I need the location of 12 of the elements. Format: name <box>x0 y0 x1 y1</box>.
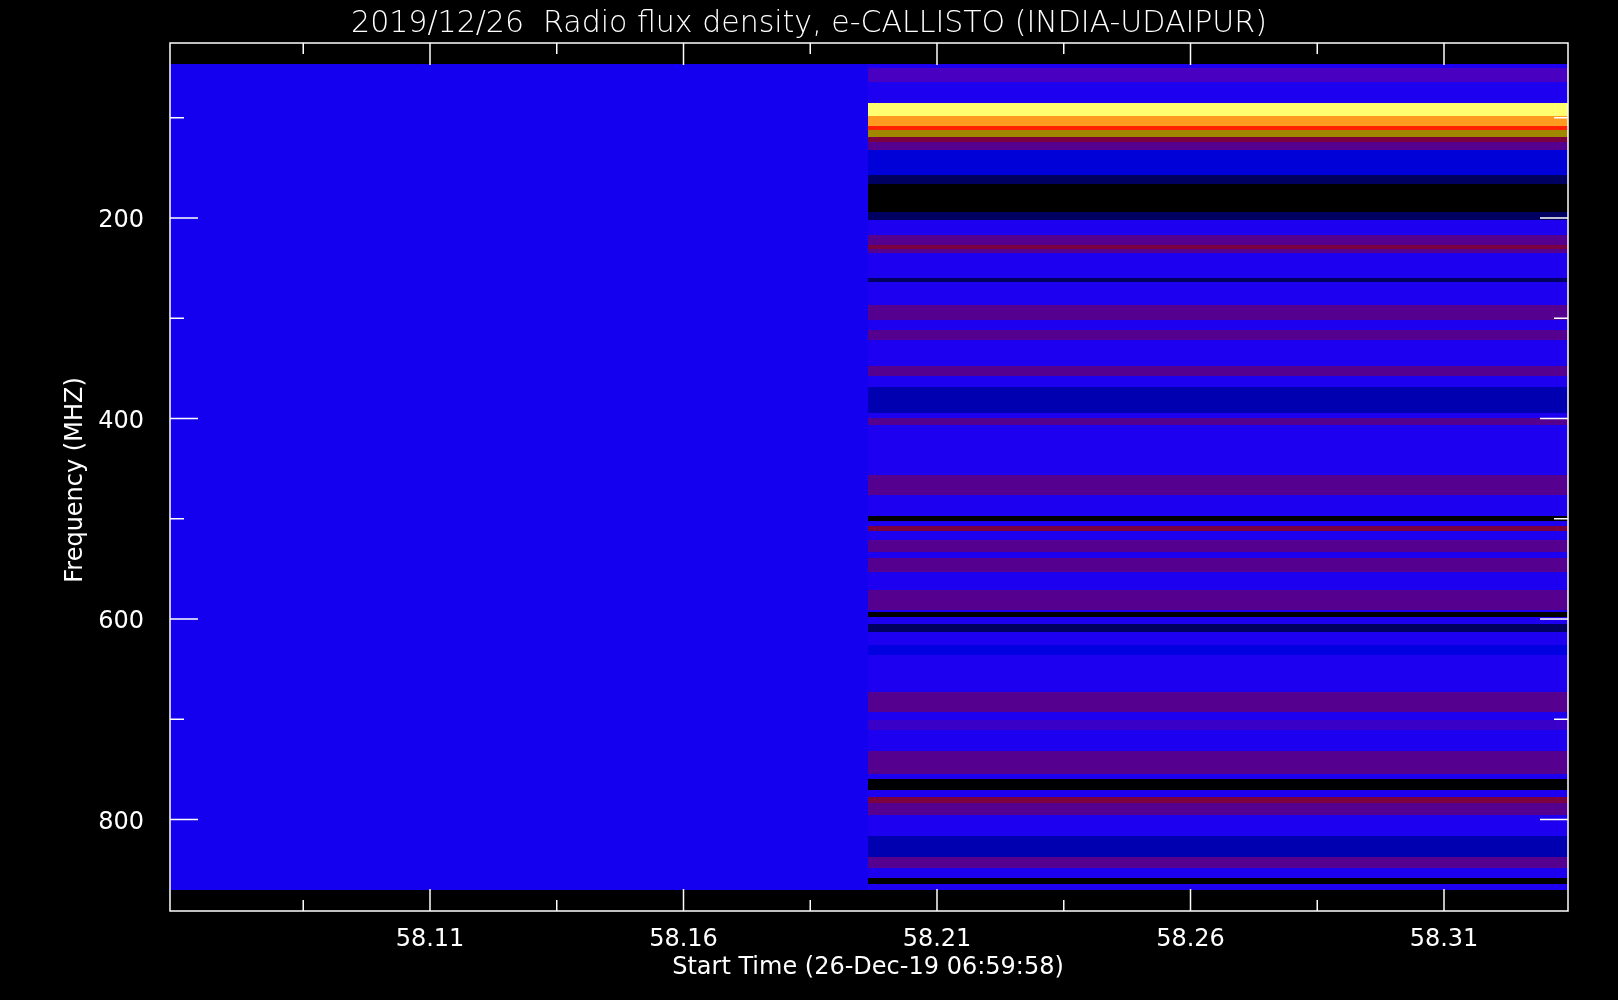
x-tick-label: 58.21 <box>902 924 972 952</box>
x-tick-label: 58.16 <box>649 924 718 952</box>
x-tick-label: 58.26 <box>1156 924 1225 952</box>
y-tick-label: 400 <box>98 405 144 434</box>
x-tick-label: 58.11 <box>395 924 465 952</box>
x-axis-label: Start Time (26-Dec-19 06:59:58) <box>672 952 1064 980</box>
y-tick-label: 600 <box>98 606 144 634</box>
y-tick-label: 800 <box>98 806 144 835</box>
y-axis-label: Frequency (MHZ) <box>60 377 88 583</box>
x-tick-label: 58.31 <box>1409 924 1479 952</box>
y-tick-label: 200 <box>98 205 144 233</box>
chart-title: 2019/12/26 Radio flux density, e-CALLISTO (INDIA-UDAIPUR) <box>351 4 1267 39</box>
